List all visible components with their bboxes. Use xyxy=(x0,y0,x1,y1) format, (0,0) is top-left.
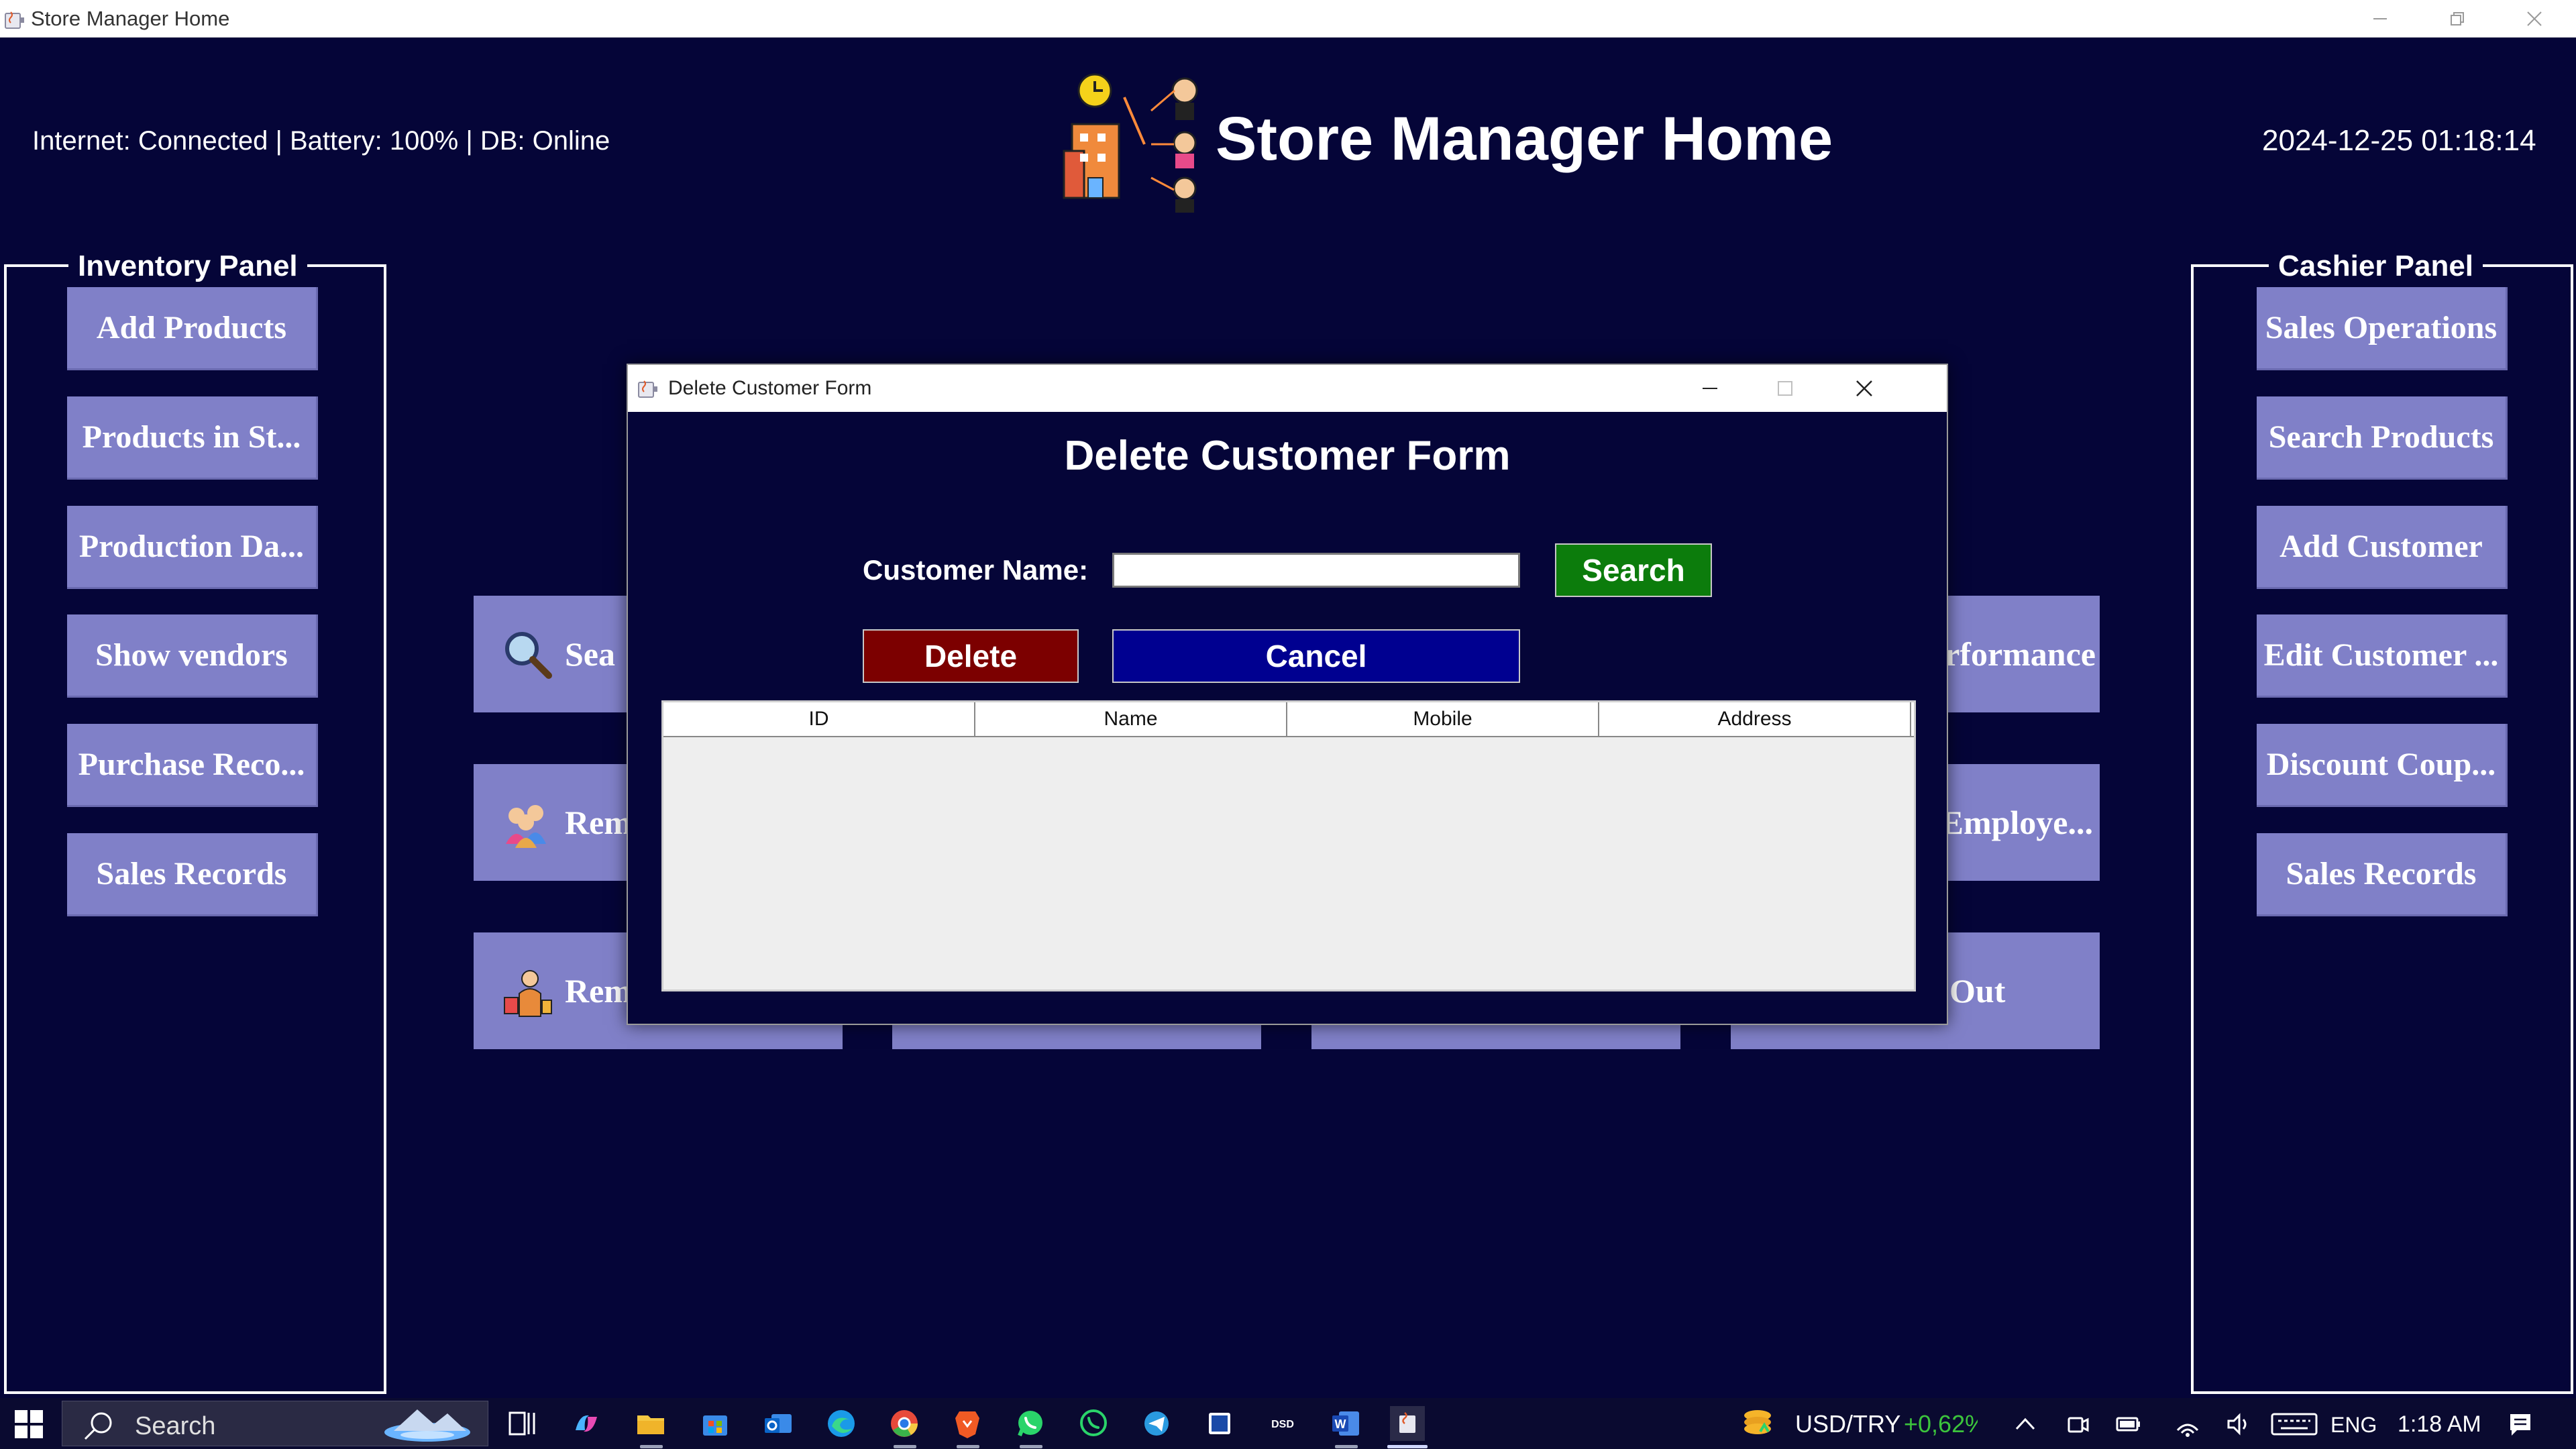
search-button-bg-label: Sea xyxy=(565,635,615,673)
currency-coins-icon[interactable] xyxy=(1740,1405,1775,1442)
notifications-icon[interactable] xyxy=(2506,1410,2534,1438)
magnifier-icon xyxy=(505,632,552,679)
dialog-minimize-button[interactable] xyxy=(1673,365,1747,412)
task-view-icon[interactable] xyxy=(504,1406,539,1441)
inventory-panel-legend: Inventory Panel xyxy=(68,246,307,287)
datetime-display: 2024-12-25 01:18:14 xyxy=(2262,124,2536,157)
window-title: Store Manager Home xyxy=(31,7,230,30)
minimize-icon xyxy=(1703,388,1717,389)
battery-icon[interactable] xyxy=(2114,1410,2143,1438)
close-icon xyxy=(1856,380,1872,396)
ticker-change: +0,62% xyxy=(1904,1410,1978,1438)
column-header-address[interactable]: Address xyxy=(1599,702,1911,736)
performance-button-bg-label: rformance xyxy=(1945,635,2096,673)
dsd-app-icon[interactable]: DSD xyxy=(1265,1406,1300,1441)
close-button[interactable] xyxy=(2496,0,2573,38)
java-app-active-indicator xyxy=(1387,1445,1428,1448)
customer-name-label: Customer Name: xyxy=(863,554,1089,586)
cashier-panel-legend: Cashier Panel xyxy=(2269,246,2483,287)
taskbar: Search DSD W USD/TRY +0,62 ENG 1:18 AM xyxy=(0,1398,2576,1449)
search-button[interactable]: Search xyxy=(1555,543,1712,597)
inventory-sales-records-button[interactable]: Sales Records xyxy=(67,833,318,916)
input-language[interactable]: ENG xyxy=(2330,1413,2377,1438)
restore-icon xyxy=(2450,12,2464,25)
brave-icon[interactable] xyxy=(950,1406,985,1441)
taskbar-search-placeholder: Search xyxy=(135,1412,216,1440)
java-app-icon xyxy=(638,380,657,398)
add-customer-button[interactable]: Add Customer xyxy=(2257,506,2508,589)
brave-active-indicator xyxy=(957,1445,979,1448)
svg-text:W: W xyxy=(1335,1417,1346,1431)
microsoft-store-icon[interactable] xyxy=(698,1406,733,1441)
window-titlebar: Store Manager Home xyxy=(0,0,2576,38)
delete-button[interactable]: Delete xyxy=(863,629,1079,683)
word-icon[interactable]: W xyxy=(1328,1406,1363,1441)
customers-group-icon xyxy=(506,805,546,848)
employee-button-bg-label: Employe... xyxy=(1941,804,2093,841)
windows-start-icon[interactable] xyxy=(15,1410,43,1438)
word-active-indicator xyxy=(1335,1445,1358,1448)
customer-name-input[interactable] xyxy=(1112,553,1520,588)
search-highlight-icon xyxy=(384,1409,470,1442)
copilot-icon[interactable] xyxy=(569,1406,604,1441)
restore-button[interactable] xyxy=(2418,0,2496,38)
maximize-icon xyxy=(1778,381,1792,396)
chrome-active-indicator xyxy=(894,1445,916,1448)
whatsapp-active-indicator xyxy=(1020,1445,1042,1448)
taskbar-clock[interactable]: 1:18 AM xyxy=(2398,1411,2481,1438)
whatsapp-icon[interactable] xyxy=(1013,1406,1048,1441)
store-manager-logo xyxy=(1063,73,1198,213)
connection-status: Internet: Connected | Battery: 100% | DB… xyxy=(32,126,610,156)
dialog-close-button[interactable] xyxy=(1827,365,1901,412)
telegram-icon[interactable] xyxy=(1139,1406,1174,1441)
log-out-button-bg-label: Out xyxy=(1949,972,2006,1010)
keyboard-icon[interactable] xyxy=(2270,1410,2318,1438)
customers-table[interactable]: ID Name Mobile Address xyxy=(661,700,1916,991)
column-header-mobile[interactable]: Mobile xyxy=(1287,702,1599,736)
add-products-button[interactable]: Add Products xyxy=(67,287,318,370)
cancel-button[interactable]: Cancel xyxy=(1112,629,1520,683)
search-icon xyxy=(84,1412,112,1440)
purchase-records-button[interactable]: Purchase Reco... xyxy=(67,724,318,807)
whatsapp-business-icon[interactable] xyxy=(1076,1406,1111,1441)
page-title: Store Manager Home xyxy=(1216,105,1833,173)
edit-customer-button[interactable]: Edit Customer ... xyxy=(2257,614,2508,698)
table-header: ID Name Mobile Address xyxy=(663,702,1914,737)
cashier-sales-records-button[interactable]: Sales Records xyxy=(2257,833,2508,916)
volume-icon[interactable] xyxy=(2224,1410,2253,1438)
delete-customer-dialog: Delete Customer Form Delete Customer For… xyxy=(627,364,1948,1025)
chrome-icon[interactable] xyxy=(887,1406,922,1441)
camera-icon[interactable] xyxy=(2063,1410,2092,1438)
production-data-button[interactable]: Production Da... xyxy=(67,506,318,589)
minimize-button[interactable] xyxy=(2341,0,2418,38)
close-icon xyxy=(2526,11,2542,26)
ticker-label: USD/TRY xyxy=(1795,1410,1901,1438)
blue-app-icon[interactable] xyxy=(1202,1406,1237,1441)
column-header-name[interactable]: Name xyxy=(975,702,1287,736)
show-vendors-button[interactable]: Show vendors xyxy=(67,614,318,698)
dialog-window-title: Delete Customer Form xyxy=(668,377,872,399)
java-app-icon xyxy=(5,11,24,29)
wifi-icon[interactable] xyxy=(2174,1410,2202,1438)
column-header-id[interactable]: ID xyxy=(663,702,975,736)
svg-text:DSD: DSD xyxy=(1271,1419,1294,1430)
edge-icon[interactable] xyxy=(824,1406,859,1441)
shopper-icon xyxy=(504,970,552,1017)
taskbar-search-box[interactable]: Search xyxy=(62,1401,488,1446)
java-app-taskbar-icon[interactable] xyxy=(1390,1406,1425,1441)
dialog-heading: Delete Customer Form xyxy=(1064,433,1511,479)
minimize-icon xyxy=(2373,18,2387,19)
dialog-maximize-button[interactable] xyxy=(1748,365,1822,412)
chevron-up-icon[interactable] xyxy=(2011,1410,2039,1438)
dialog-titlebar: Delete Customer Form xyxy=(628,365,1947,412)
discount-coupons-button[interactable]: Discount Coup... xyxy=(2257,724,2508,807)
products-in-stock-button[interactable]: Products in St... xyxy=(67,396,318,480)
sales-operations-button[interactable]: Sales Operations xyxy=(2257,287,2508,370)
file-explorer-icon[interactable] xyxy=(633,1406,668,1441)
remove-customer-button-bg-label: Rem xyxy=(565,804,632,841)
search-products-button[interactable]: Search Products xyxy=(2257,396,2508,480)
outlook-icon[interactable] xyxy=(761,1406,796,1441)
file-explorer-active-indicator xyxy=(640,1445,663,1448)
